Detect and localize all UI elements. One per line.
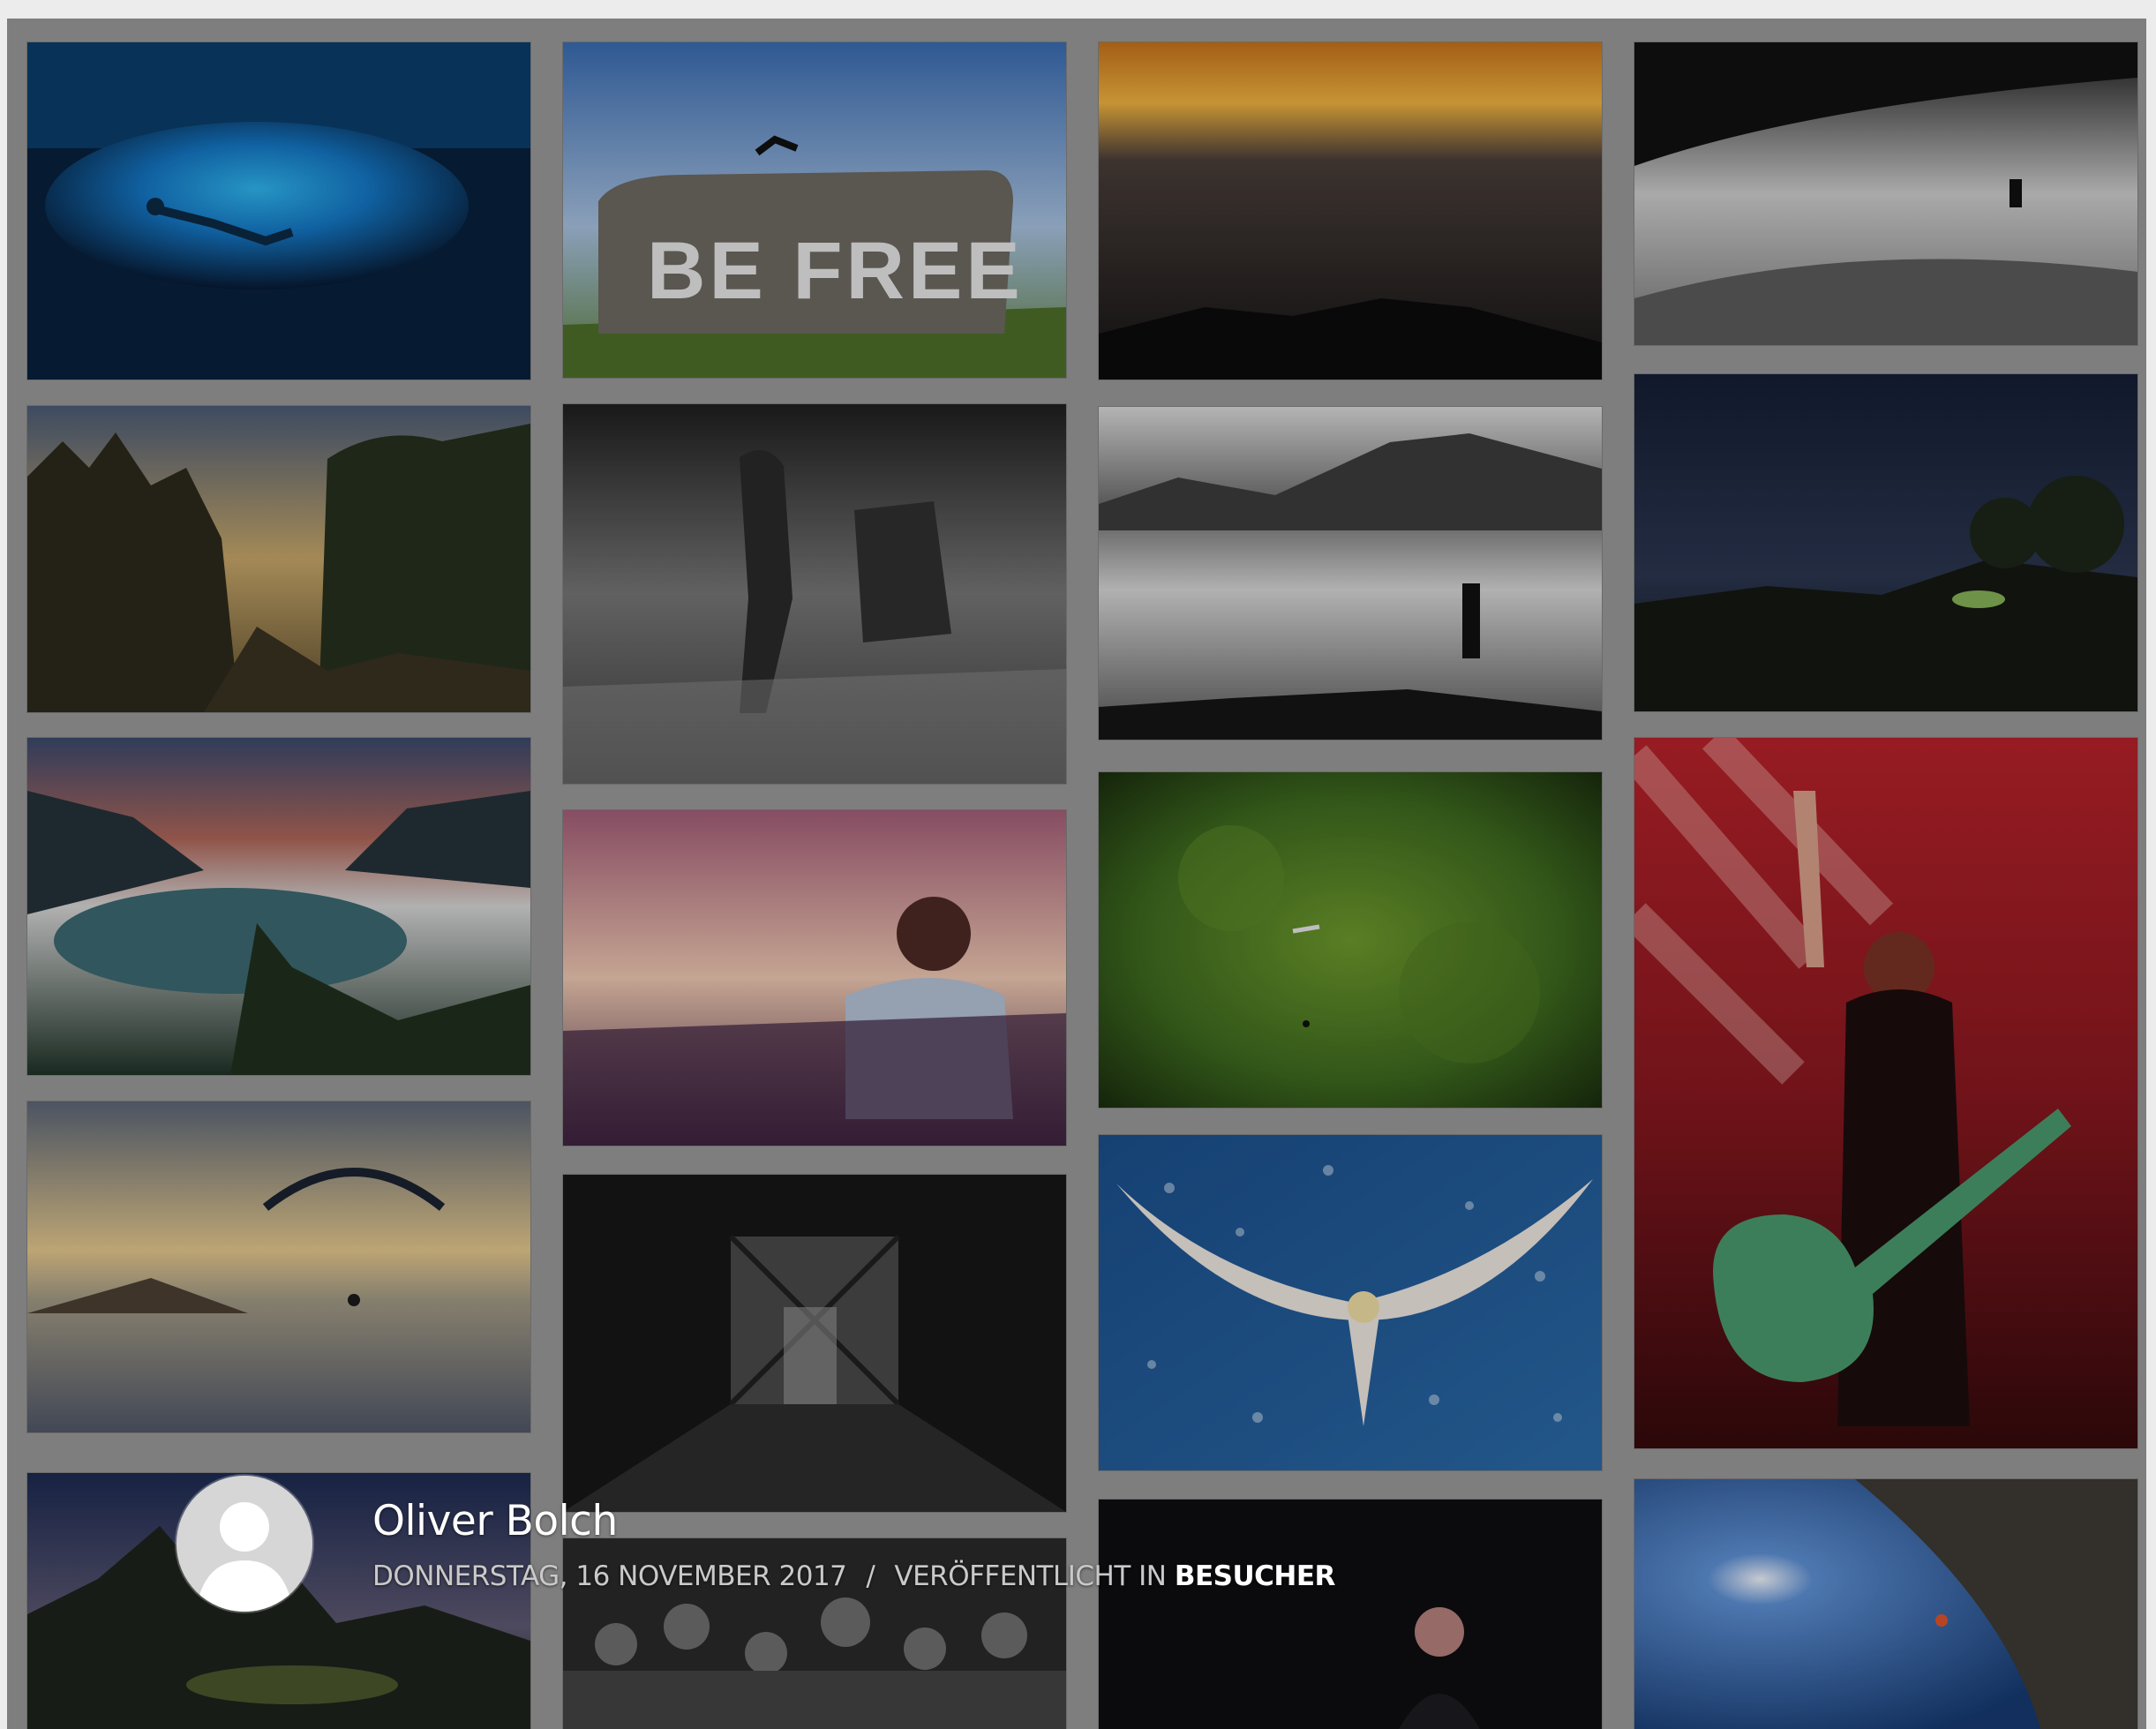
photo-gallery: BE FREE: [7, 19, 2146, 1729]
photo-night-hill[interactable]: [1634, 374, 2137, 711]
photo-insects-bokeh[interactable]: [1099, 772, 1602, 1108]
photo-sand-dunes[interactable]: [1634, 42, 2137, 345]
meta-separator: /: [866, 1560, 875, 1592]
photo-be-free[interactable]: BE FREE: [563, 42, 1066, 378]
photo-sea-of-fog[interactable]: [1099, 407, 1602, 740]
author-avatar[interactable]: [177, 1476, 312, 1612]
photo-sunset-clouds[interactable]: [1099, 42, 1602, 380]
photo-valley-lake[interactable]: [27, 738, 530, 1075]
category-link[interactable]: BESUCHER: [1175, 1560, 1336, 1592]
photo-abandoned-hallway[interactable]: [563, 1175, 1066, 1512]
post-meta: DONNERSTAG, 16 NOVEMBER 2017 / VERÖFFENTLI…: [372, 1560, 1335, 1592]
photo-forest-cliffs[interactable]: [27, 406, 530, 712]
photo-climber-rock[interactable]: [1634, 1479, 2137, 1729]
photo-child-sunset[interactable]: [563, 810, 1066, 1146]
page: BE FREE Oliver Bolch DONNERSTAG, 16 NOVE…: [0, 0, 2156, 1729]
published-in-label: VERÖFFENTLICHT IN: [894, 1560, 1167, 1592]
photo-singer-guitar[interactable]: [1634, 738, 2137, 1448]
author-name[interactable]: Oliver Bolch: [372, 1497, 618, 1545]
graffiti-text: BE FREE: [647, 226, 1024, 316]
post-date: DONNERSTAG, 16 NOVEMBER 2017: [372, 1560, 847, 1592]
user-silhouette-icon: [220, 1502, 269, 1552]
photo-rain-running[interactable]: [563, 404, 1066, 784]
photo-diver[interactable]: [27, 42, 530, 380]
photo-gannet[interactable]: [1099, 1135, 1602, 1470]
photo-paraglider[interactable]: [27, 1101, 530, 1432]
author-byline: Oliver Bolch DONNERSTAG, 16 NOVEMBER 201…: [177, 1476, 1412, 1617]
